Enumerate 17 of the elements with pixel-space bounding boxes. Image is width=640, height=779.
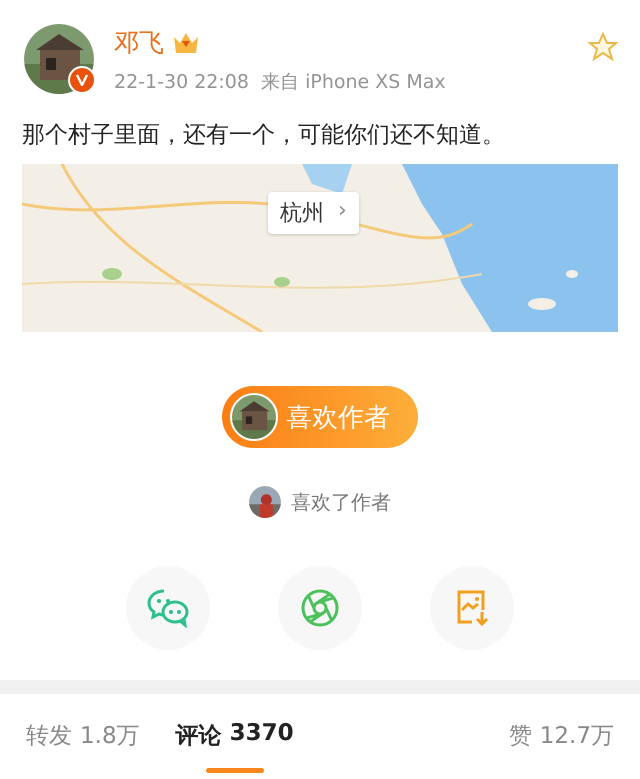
avatar xyxy=(232,395,276,439)
aperture-icon xyxy=(300,588,340,628)
tab[interactable]: 赞 12.7万 xyxy=(508,720,614,750)
post-text: 那个村子里面，还有一个，可能你们还不知道。 xyxy=(22,121,506,150)
verified-badge-icon xyxy=(68,66,96,94)
location-label[interactable]: 杭州 › xyxy=(268,192,359,234)
star-icon[interactable] xyxy=(588,32,618,62)
author-name[interactable]: 邓飞 xyxy=(114,26,164,59)
avatar xyxy=(249,486,281,518)
tab-indicator xyxy=(206,768,264,772)
like-author-button[interactable]: 喜欢作者 xyxy=(222,386,418,448)
tab[interactable]: 评论 3370 xyxy=(176,720,294,750)
tab[interactable]: 转发 1.8万 xyxy=(26,720,140,750)
post-meta: 22-1-30 22:08 来自 iPhone XS Max xyxy=(114,70,447,95)
crown-icon xyxy=(172,30,200,54)
liked-author-text: 喜欢了作者 xyxy=(291,488,391,516)
chat-icon xyxy=(146,588,190,628)
